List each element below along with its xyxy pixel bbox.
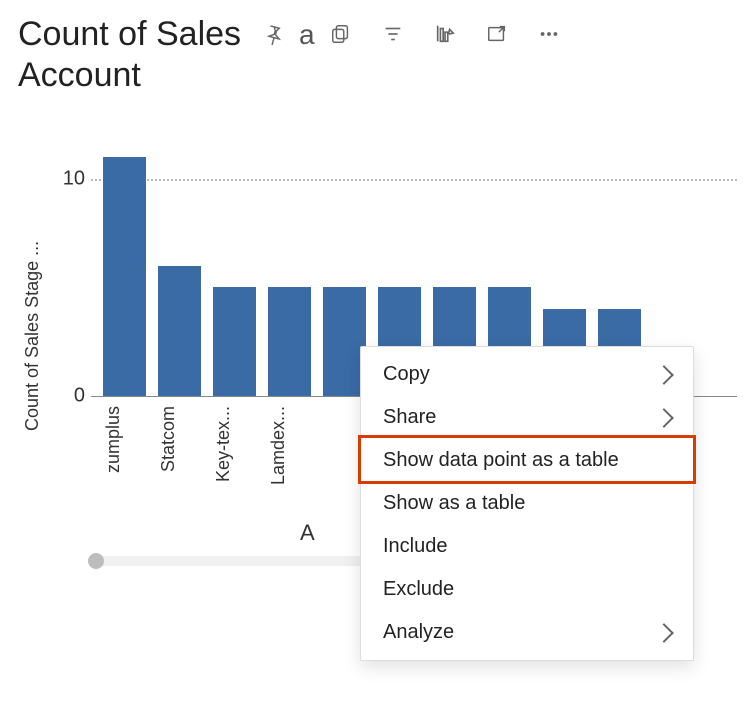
menu-item-show-as-a-table[interactable]: Show as a table xyxy=(361,482,693,525)
pin-icon[interactable] xyxy=(261,22,285,46)
more-options-icon[interactable] xyxy=(537,22,561,46)
bar[interactable] xyxy=(213,287,256,395)
y-tick: 0 xyxy=(74,384,85,407)
title-row: Count of Sales a xyxy=(18,14,737,96)
copy-icon[interactable] xyxy=(329,22,353,46)
menu-item-label: Analyze xyxy=(383,621,454,644)
menu-item-share[interactable]: Share xyxy=(361,396,693,439)
menu-item-analyze[interactable]: Analyze xyxy=(361,611,693,654)
chevron-right-icon xyxy=(654,623,674,643)
focus-mode-icon[interactable] xyxy=(485,22,509,46)
menu-item-include[interactable]: Include xyxy=(361,525,693,568)
truncated-title-fragment: a xyxy=(299,18,315,52)
title-line-1: Count of Sales xyxy=(18,14,241,55)
x-label: zumplus xyxy=(103,406,146,526)
menu-item-label: Show as a table xyxy=(383,492,525,515)
x-label: Key-tex... xyxy=(213,406,256,526)
personalize-icon[interactable] xyxy=(433,22,457,46)
x-axis-title: A xyxy=(300,520,315,546)
title-line-2: Account xyxy=(18,55,561,96)
chevron-right-icon xyxy=(654,365,674,385)
menu-item-label: Exclude xyxy=(383,578,454,601)
menu-item-show-data-point-as-a-table[interactable]: Show data point as a table xyxy=(361,439,693,482)
chart-visual-container: Count of Sales a xyxy=(0,0,755,708)
context-menu: Copy Share Show data point as a table Show … xyxy=(360,346,694,661)
chart-title: Count of Sales a xyxy=(18,14,561,96)
visual-toolbar: a xyxy=(261,18,561,52)
filter-icon[interactable] xyxy=(381,22,405,46)
menu-item-label: Copy xyxy=(383,363,430,386)
y-axis-label: Count of Sales Stage ... xyxy=(18,126,47,546)
menu-item-label: Share xyxy=(383,406,436,429)
chevron-right-icon xyxy=(654,408,674,428)
menu-item-label: Show data point as a table xyxy=(383,449,619,472)
scrollbar-thumb[interactable] xyxy=(88,553,104,569)
x-label: Statcom xyxy=(158,406,201,526)
y-tick: 10 xyxy=(63,167,85,190)
bar[interactable] xyxy=(268,287,311,395)
bar[interactable] xyxy=(103,157,146,395)
menu-item-exclude[interactable]: Exclude xyxy=(361,568,693,611)
bar[interactable] xyxy=(158,266,201,396)
x-label: Lamdex... xyxy=(268,406,311,526)
menu-item-copy[interactable]: Copy xyxy=(361,353,693,396)
menu-item-label: Include xyxy=(383,535,448,558)
y-axis-ticks: 10 0 xyxy=(47,136,91,396)
